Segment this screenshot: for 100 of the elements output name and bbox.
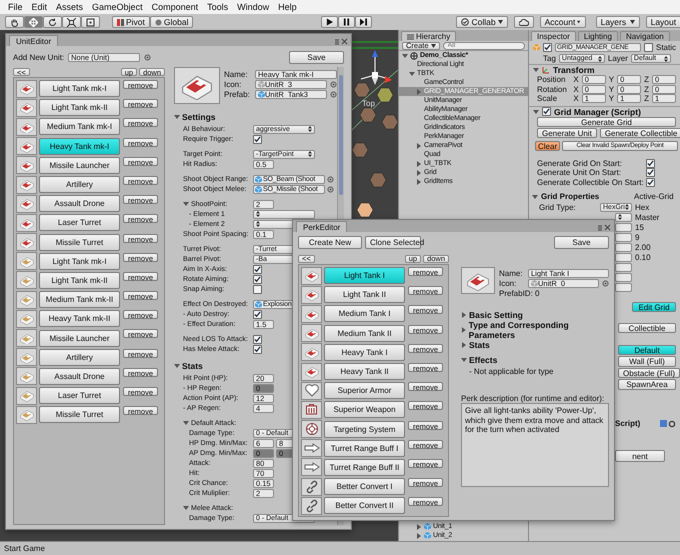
checkbox[interactable] (253, 264, 262, 274)
perk-button[interactable]: Light Tank I (324, 267, 405, 284)
tile-type-button[interactable]: Default (618, 344, 676, 355)
inspector-tab[interactable]: Lighting (578, 31, 618, 41)
pivot-button[interactable]: Pivot (112, 16, 150, 28)
menu-item[interactable]: Help (274, 1, 301, 13)
expand-arrow-icon[interactable] (183, 420, 189, 426)
unit-button[interactable]: Medium Tank mk-II (39, 291, 120, 308)
checkbox[interactable] (646, 168, 655, 178)
create-new-button[interactable]: Create New (298, 236, 362, 248)
unit-button[interactable]: Light Tank mk-I (39, 80, 120, 98)
perk-button[interactable]: Medium Tank II (324, 324, 405, 342)
expand-arrow-icon[interactable] (461, 326, 467, 332)
expand-arrow-icon[interactable] (183, 505, 189, 511)
layout-dropdown[interactable]: Layout (646, 16, 680, 28)
tool-button[interactable] (5, 16, 24, 28)
perk-button[interactable]: Better Convert I (324, 478, 405, 496)
perk-button[interactable]: Light Tank II (324, 286, 405, 304)
expand-arrow-icon[interactable] (416, 524, 422, 530)
unit-button[interactable]: Missile Turret (39, 234, 120, 251)
expand-arrow-icon[interactable] (174, 362, 180, 368)
menu-item[interactable]: Edit (28, 1, 52, 13)
playback-button[interactable] (321, 16, 338, 28)
dropdown[interactable] (615, 212, 632, 222)
expand-arrow-icon[interactable] (409, 70, 415, 76)
unit-button[interactable]: Assault Drone (39, 368, 120, 385)
perk-button[interactable]: Heavy Tank I (324, 344, 405, 361)
perk-button[interactable]: Better Convert II (324, 497, 405, 514)
tool-button[interactable] (43, 16, 62, 28)
generate-button[interactable]: Generate Collectible (600, 128, 680, 138)
tile-type-button[interactable]: Wall (Full) (618, 356, 676, 366)
expand-arrow-icon[interactable] (416, 160, 422, 166)
unit-button[interactable]: Light Tank mk-I (39, 252, 120, 270)
inspector-tab[interactable]: Inspector (531, 31, 576, 41)
layers-dropdown[interactable]: Layers (596, 16, 640, 28)
perk-button[interactable]: Superior Weapon (324, 401, 405, 418)
edit-grid-button[interactable]: Edit Grid (632, 302, 676, 312)
expand-arrow-icon[interactable] (416, 170, 422, 176)
checkbox[interactable] (253, 344, 262, 354)
perk-button[interactable]: Heavy Tank II (324, 363, 405, 380)
checkbox[interactable] (253, 334, 262, 344)
expand-arrow-icon[interactable] (183, 201, 189, 207)
menu-item[interactable]: File (4, 1, 27, 13)
unit-button[interactable]: Medium Tank mk-I (39, 118, 120, 136)
object-picker-icon[interactable] (144, 54, 152, 60)
menu-item[interactable]: Component (148, 1, 202, 13)
collab-button[interactable]: Collab (456, 16, 508, 28)
number-field[interactable] (615, 232, 632, 242)
add-component-button[interactable]: nent (615, 450, 665, 462)
menu-item[interactable]: Tools (203, 1, 232, 13)
expand-arrow-icon[interactable] (416, 142, 422, 148)
checkbox[interactable] (646, 178, 655, 187)
expand-arrow-icon[interactable] (416, 178, 422, 184)
window-menu-icon[interactable] (334, 38, 348, 46)
expand-arrow-icon[interactable] (174, 114, 180, 120)
checkbox[interactable] (253, 274, 262, 284)
unit-button[interactable]: Light Tank mk-II (39, 272, 120, 289)
description-field[interactable]: Give all light-tanks ability 'Power-Up', which give them extra move and attack for the turn when activated (461, 403, 609, 487)
save-button[interactable]: Save (289, 50, 344, 64)
collectible-button[interactable]: Collectible (618, 323, 676, 333)
static-checkbox[interactable] (644, 42, 653, 52)
number-field[interactable] (615, 272, 632, 282)
expand-arrow-icon[interactable] (533, 67, 539, 73)
unit-button[interactable]: Missile Launcher (39, 330, 120, 347)
cloud-button[interactable] (514, 16, 534, 28)
tile-type-button[interactable]: SpawnArea (618, 379, 676, 390)
perk-button[interactable]: Medium Tank I (324, 305, 405, 322)
number-field[interactable] (615, 282, 632, 292)
menu-item[interactable]: Window (233, 1, 274, 13)
unit-button[interactable]: Missile Turret (39, 406, 120, 424)
unit-button[interactable]: Artillery (39, 348, 120, 366)
expand-arrow-icon[interactable] (416, 532, 422, 538)
perk-button[interactable]: Turret Range Buff II (324, 458, 405, 476)
perk-button[interactable]: Superior Armor (324, 382, 405, 400)
component-checkbox[interactable] (542, 107, 551, 116)
clear-button[interactable]: Clear (535, 140, 560, 150)
unit-button[interactable]: Laser Turret (39, 387, 120, 404)
object-picker-icon[interactable] (602, 280, 609, 287)
playback-button[interactable] (355, 16, 372, 28)
generate-button[interactable]: Generate Grid (537, 117, 676, 127)
checkbox[interactable] (646, 158, 655, 168)
expand-arrow-icon[interactable] (461, 356, 467, 362)
expand-arrow-icon[interactable] (461, 342, 467, 348)
expand-arrow-icon[interactable] (533, 108, 539, 114)
unit-button[interactable]: Laser Turret (39, 214, 120, 232)
number-field[interactable] (615, 242, 632, 252)
unit-button[interactable]: Assault Drone (39, 195, 120, 212)
window-menu-icon[interactable] (597, 224, 611, 232)
generate-button[interactable]: Generate Unit (537, 128, 597, 138)
checkbox[interactable] (253, 310, 262, 318)
account-dropdown[interactable]: Account (540, 16, 586, 28)
unit-button[interactable]: Missile Launcher (39, 156, 120, 174)
number-field[interactable] (615, 222, 632, 232)
menu-item[interactable]: GameObject (88, 1, 147, 13)
expand-arrow-icon[interactable] (402, 52, 408, 58)
save-button[interactable]: Save (554, 236, 609, 248)
menu-item[interactable]: Assets (52, 1, 88, 13)
active-checkbox[interactable] (543, 42, 552, 52)
number-field[interactable] (615, 252, 632, 262)
number-field[interactable] (615, 262, 632, 272)
